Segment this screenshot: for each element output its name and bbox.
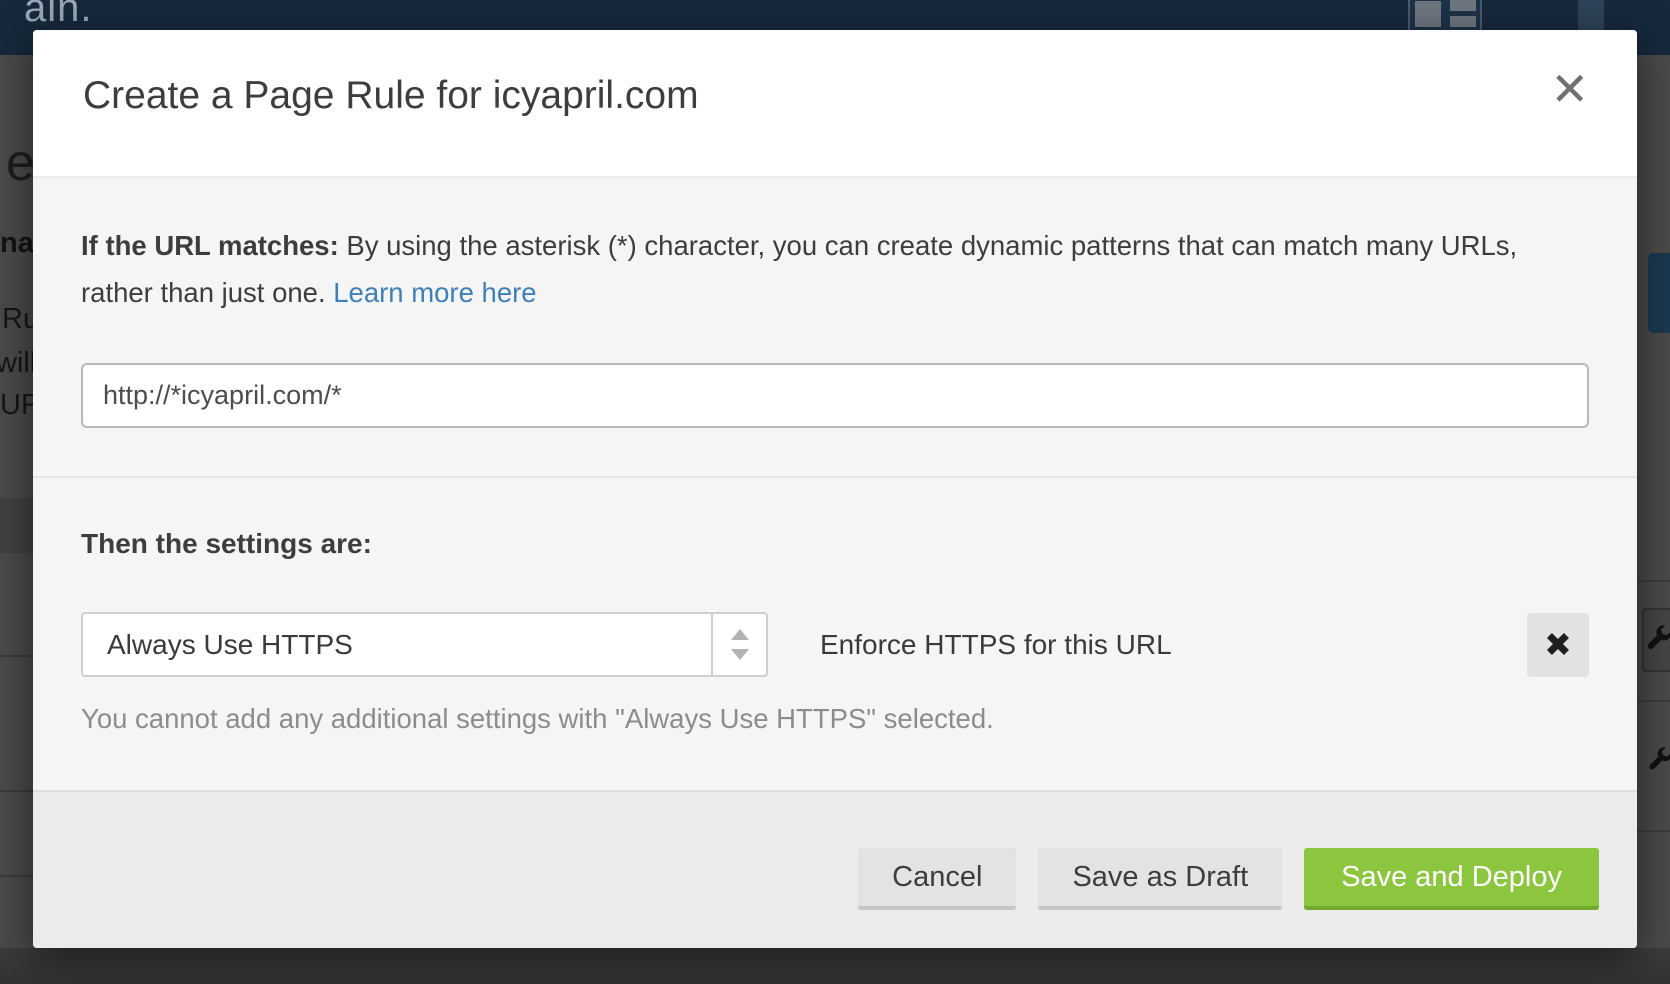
section-divider: [33, 476, 1637, 478]
background-row-divider: [1636, 830, 1670, 832]
background-wrench-button: [1642, 608, 1670, 672]
background-text-fragment: Ru: [2, 303, 34, 336]
cancel-button[interactable]: Cancel: [858, 848, 1016, 910]
remove-setting-button[interactable]: ✖: [1527, 613, 1589, 677]
wrench-icon: [1644, 625, 1670, 655]
background-row-divider: [0, 790, 34, 792]
background-right-clipped-content: [1636, 55, 1670, 948]
background-text-fragment: will: [0, 347, 34, 380]
background-left-clipped-content: e nav Ru will UR: [0, 55, 34, 948]
create-page-rule-modal: Create a Page Rule for icyapril.com ✕ If…: [33, 30, 1637, 948]
list-view-icon: [1450, 0, 1476, 27]
background-text-fragment: nav: [0, 227, 34, 260]
modal-body: If the URL matches: By using the asteris…: [33, 178, 1637, 790]
select-stepper[interactable]: [711, 614, 766, 675]
background-row-divider: [1636, 580, 1670, 582]
url-match-label: If the URL matches:: [81, 230, 339, 261]
background-header-text-fragment: ain.: [24, 0, 93, 31]
chevron-up-icon: [731, 629, 749, 640]
url-pattern-input[interactable]: [81, 363, 1589, 428]
chevron-down-icon: [731, 649, 749, 660]
modal-header: Create a Page Rule for icyapril.com ✕: [33, 30, 1637, 178]
wrench-icon: [1646, 747, 1670, 775]
background-row-divider: [1636, 700, 1670, 702]
background-below-modal: [0, 948, 1670, 984]
url-match-description: If the URL matches: By using the asteris…: [81, 222, 1589, 316]
background-wrench-button: [1646, 747, 1670, 780]
background-row-divider: [0, 875, 34, 877]
settings-heading: Then the settings are:: [81, 528, 1589, 560]
background-table-header: [0, 498, 34, 553]
background-text-fragment: e: [6, 133, 34, 193]
modal-title: Create a Page Rule for icyapril.com: [83, 74, 699, 118]
background-header-icon: [1578, 0, 1604, 32]
modal-footer: Cancel Save as Draft Save and Deploy: [33, 790, 1637, 948]
background-blue-button-fragment: [1648, 253, 1670, 333]
save-and-deploy-button[interactable]: Save and Deploy: [1304, 848, 1599, 910]
setting-description: Enforce HTTPS for this URL: [820, 629, 1172, 661]
learn-more-link[interactable]: Learn more here: [333, 277, 536, 308]
grid-view-icon: [1415, 1, 1441, 27]
background-row-divider: [0, 655, 34, 657]
setting-row: Always Use HTTPS Enforce HTTPS for this …: [81, 612, 1589, 677]
save-as-draft-button[interactable]: Save as Draft: [1038, 848, 1282, 910]
setting-select[interactable]: Always Use HTTPS: [81, 612, 768, 677]
settings-note: You cannot add any additional settings w…: [81, 703, 1589, 735]
close-icon[interactable]: ✕: [1550, 66, 1589, 112]
background-text-fragment: UR: [0, 389, 34, 422]
setting-select-value: Always Use HTTPS: [83, 614, 711, 675]
